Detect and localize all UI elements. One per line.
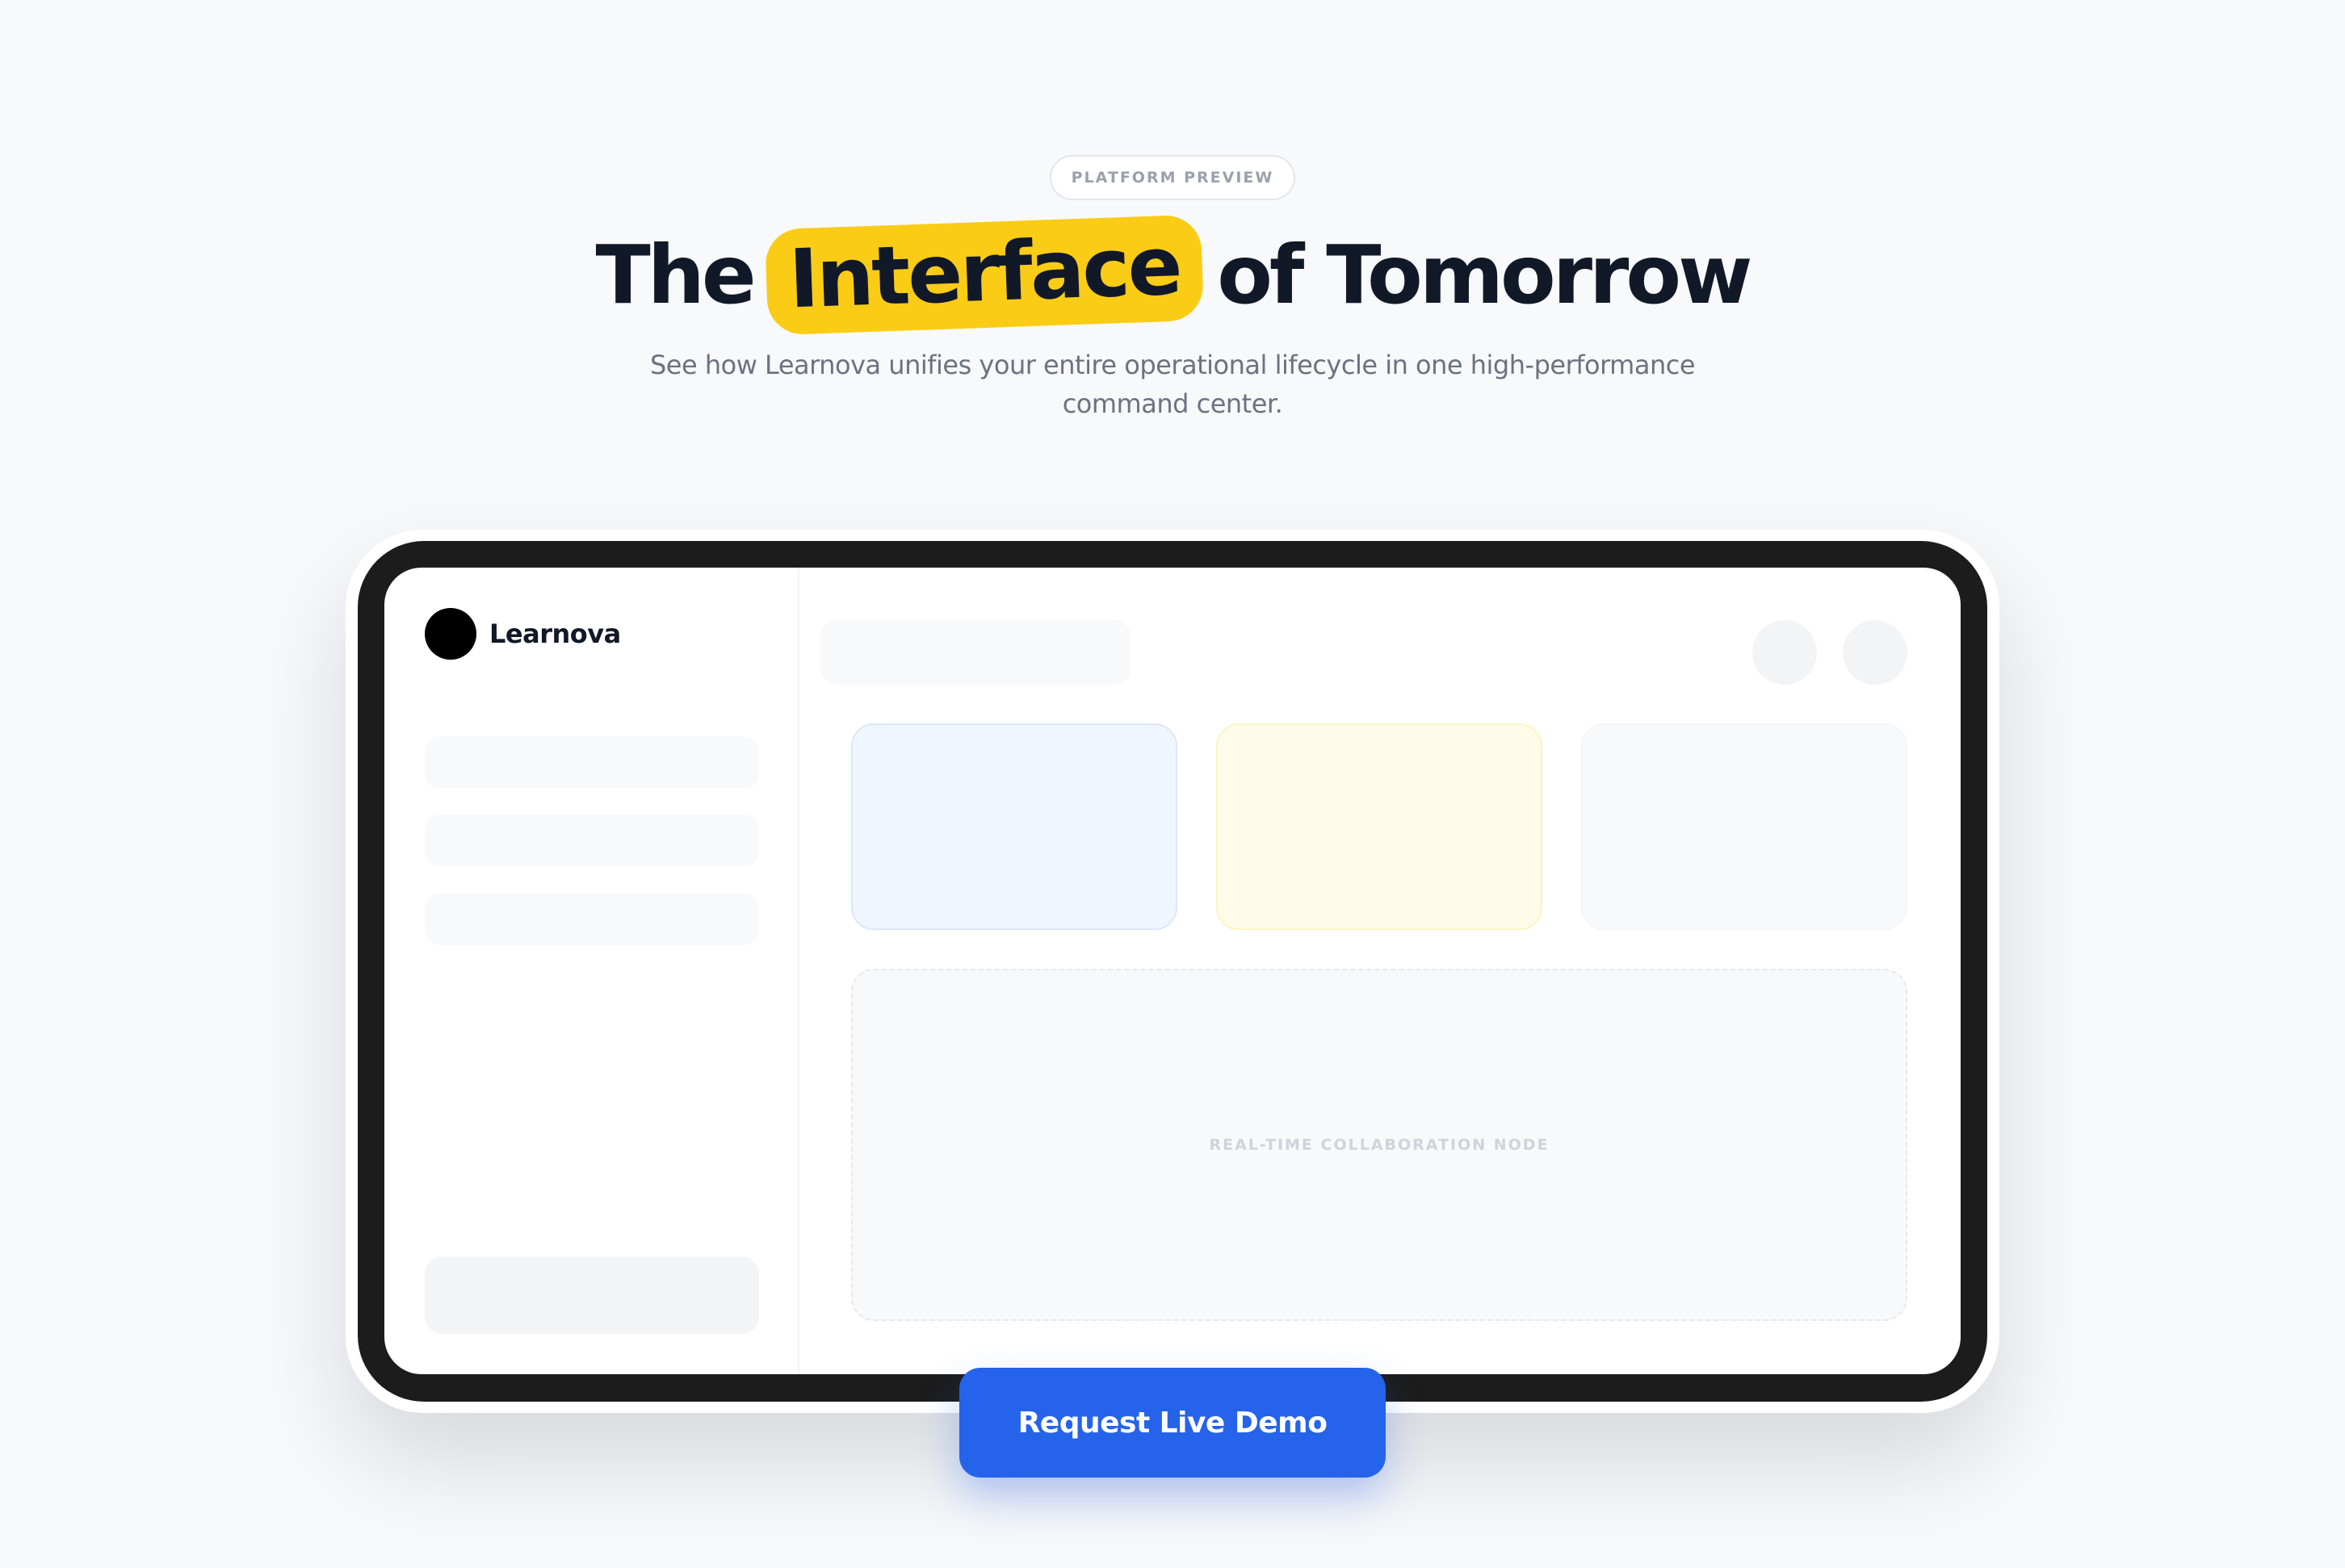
brand-name: Learnova <box>489 618 621 649</box>
collaboration-node-label: REAL-TIME COLLABORATION NODE <box>1209 1136 1550 1154</box>
hero-title-highlight: Interface <box>764 214 1205 335</box>
hero-title-before: The <box>595 227 757 322</box>
sidebar-nav-placeholder <box>425 736 759 788</box>
device-screen: Learnova REAL-TIME COLLABORATION NODE <box>384 568 1961 1374</box>
brand-logo-dot <box>425 608 476 660</box>
collaboration-panel: REAL-TIME COLLABORATION NODE <box>851 969 1907 1321</box>
sidebar-nav-placeholder <box>425 815 759 866</box>
request-demo-button[interactable]: Request Live Demo <box>959 1368 1386 1478</box>
header-icon-placeholder <box>1752 620 1817 685</box>
platform-preview-badge: PLATFORM PREVIEW <box>1050 155 1295 200</box>
stat-card-gray <box>1581 723 1907 930</box>
hero-title-after: of Tomorrow <box>1217 227 1752 322</box>
page: PLATFORM PREVIEW The Interface of Tomorr… <box>0 0 2345 1568</box>
avatar-placeholder <box>1843 620 1907 685</box>
preview-sidebar: Learnova <box>384 568 799 1374</box>
sidebar-nav-placeholder <box>425 893 759 945</box>
sidebar-footer-placeholder <box>425 1256 759 1334</box>
search-bar-placeholder <box>820 620 1131 685</box>
stat-card-blue <box>851 723 1177 930</box>
hero-subtitle: See how Learnova unifies your entire ope… <box>649 350 1696 419</box>
hero-title: The Interface of Tomorrow <box>0 214 2345 335</box>
stat-card-yellow <box>1216 723 1542 930</box>
